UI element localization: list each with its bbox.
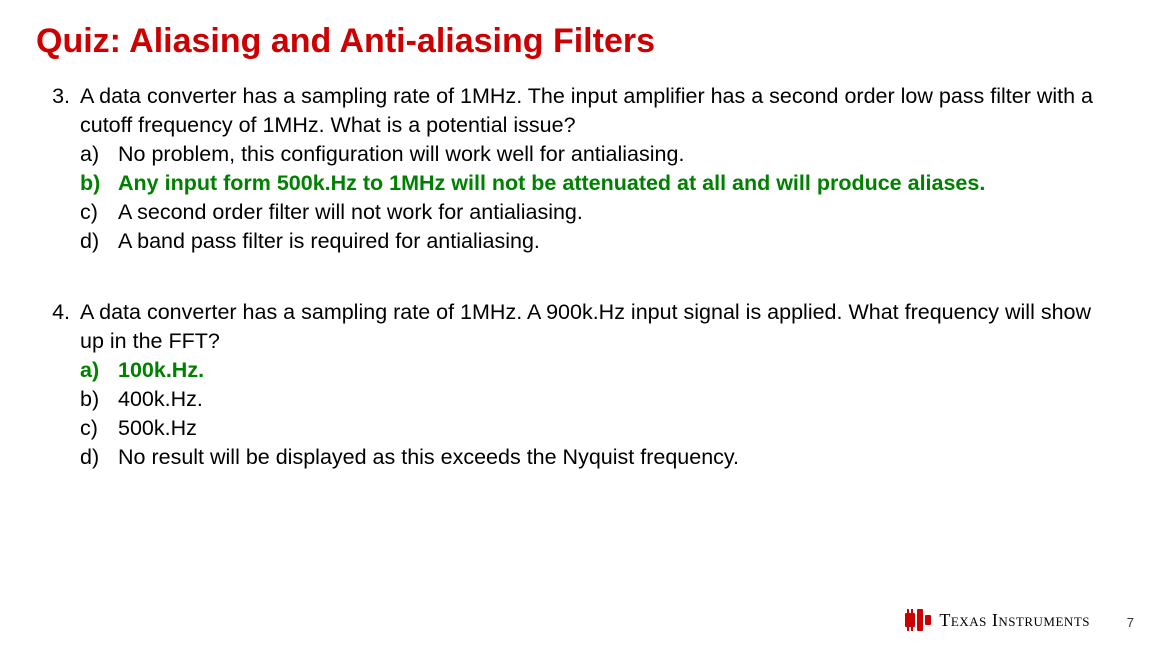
option-b: b) Any input form 500k.Hz to 1MHz will n… [80, 169, 1112, 198]
option-text: 500k.Hz [118, 414, 1112, 443]
option-letter: b) [80, 169, 118, 198]
option-letter: a) [80, 140, 118, 169]
brand-instruments: nstruments [998, 610, 1090, 630]
option-c: c) A second order filter will not work f… [80, 198, 1112, 227]
ti-logo: Texas Instruments [905, 606, 1090, 634]
slide-title: Quiz: Aliasing and Anti-aliasing Filters [36, 22, 655, 61]
question-number: 4. [36, 298, 80, 356]
option-letter: c) [80, 414, 118, 443]
question-prompt: A data converter has a sampling rate of … [80, 298, 1112, 356]
option-a: a) 100k.Hz. [80, 356, 1112, 385]
slide-body: 3. A data converter has a sampling rate … [36, 82, 1112, 514]
option-text: No result will be displayed as this exce… [118, 443, 1112, 472]
slide-footer: Texas Instruments 7 [0, 594, 1152, 634]
option-d: d) A band pass filter is required for an… [80, 227, 1112, 256]
page-number: 7 [1127, 615, 1134, 630]
option-text: No problem, this configuration will work… [118, 140, 1112, 169]
brand-t: T [939, 610, 951, 630]
question-4: 4. A data converter has a sampling rate … [36, 298, 1112, 472]
options-list: a) 100k.Hz. b) 400k.Hz. c) 500k.Hz d) No… [80, 356, 1112, 472]
option-text: A band pass filter is required for antia… [118, 227, 1112, 256]
ti-logo-text: Texas Instruments [939, 610, 1090, 631]
option-text: Any input form 500k.Hz to 1MHz will not … [118, 169, 1112, 198]
option-letter: d) [80, 443, 118, 472]
question-row: 4. A data converter has a sampling rate … [36, 298, 1112, 356]
option-letter: b) [80, 385, 118, 414]
option-b: b) 400k.Hz. [80, 385, 1112, 414]
slide: Quiz: Aliasing and Anti-aliasing Filters… [0, 0, 1152, 648]
options-list: a) No problem, this configuration will w… [80, 140, 1112, 256]
question-3: 3. A data converter has a sampling rate … [36, 82, 1112, 256]
option-letter: a) [80, 356, 118, 385]
option-text: 100k.Hz. [118, 356, 1112, 385]
option-d: d) No result will be displayed as this e… [80, 443, 1112, 472]
question-row: 3. A data converter has a sampling rate … [36, 82, 1112, 140]
option-text: A second order filter will not work for … [118, 198, 1112, 227]
brand-texas: exas [951, 610, 992, 630]
option-text: 400k.Hz. [118, 385, 1112, 414]
option-c: c) 500k.Hz [80, 414, 1112, 443]
question-prompt: A data converter has a sampling rate of … [80, 82, 1112, 140]
option-letter: c) [80, 198, 118, 227]
ti-chip-icon [905, 609, 931, 631]
question-number: 3. [36, 82, 80, 140]
option-letter: d) [80, 227, 118, 256]
option-a: a) No problem, this configuration will w… [80, 140, 1112, 169]
